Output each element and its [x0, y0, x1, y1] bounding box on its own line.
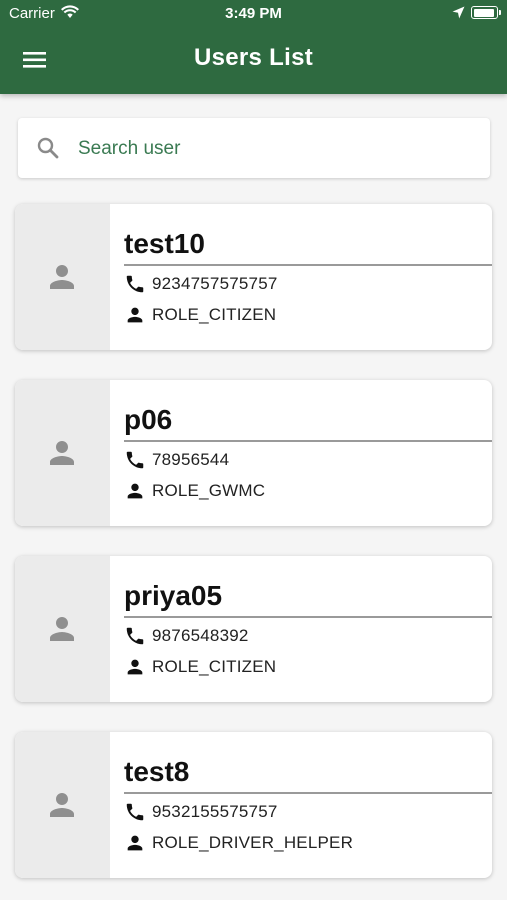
- divider: [124, 616, 492, 618]
- person-icon: [50, 793, 74, 817]
- divider: [124, 440, 492, 442]
- user-role-value: ROLE_GWMC: [152, 481, 266, 500]
- user-phone-value: 78956544: [152, 450, 230, 469]
- user-card[interactable]: test10 9234757575757 ROLE_CITIZEN: [15, 204, 492, 350]
- phone-icon: [126, 451, 144, 469]
- user-name: priya05: [124, 580, 223, 611]
- user-phone-value: 9532155575757: [152, 802, 278, 821]
- user-card[interactable]: p06 78956544 ROLE_GWMC: [15, 380, 492, 526]
- user-name: p06: [124, 404, 173, 435]
- location-arrow-icon: [452, 6, 465, 19]
- clock: 3:49 PM: [225, 5, 282, 22]
- person-icon: [127, 659, 143, 675]
- phone-icon: [126, 627, 144, 645]
- search-bar[interactable]: [18, 118, 490, 178]
- search-input[interactable]: [76, 128, 480, 170]
- search-icon: [37, 137, 59, 159]
- user-role-value: ROLE_DRIVER_HELPER: [152, 833, 354, 852]
- user-role-value: ROLE_CITIZEN: [152, 305, 277, 324]
- divider: [124, 264, 492, 266]
- user-role-value: ROLE_CITIZEN: [152, 657, 277, 676]
- divider: [124, 792, 492, 794]
- user-card[interactable]: test8 9532155575757 ROLE_DRIVER_HELPER: [15, 732, 492, 878]
- person-icon: [50, 265, 74, 289]
- user-name: test10: [124, 228, 205, 259]
- user-name: test8: [124, 756, 190, 787]
- user-phone-value: 9234757575757: [152, 274, 278, 293]
- user-phone-value: 9876548392: [152, 626, 249, 645]
- person-icon: [127, 307, 143, 323]
- user-card[interactable]: priya05 9876548392 ROLE_CITIZEN: [15, 556, 492, 702]
- avatar: [15, 556, 110, 702]
- avatar: [15, 732, 110, 878]
- page-title: Users List: [193, 44, 314, 71]
- phone-icon: [126, 803, 144, 821]
- person-icon: [50, 441, 74, 465]
- person-icon: [127, 483, 143, 499]
- status-bar: Carrier 3:49 PM: [0, 0, 507, 28]
- avatar: [15, 380, 110, 526]
- person-icon: [50, 617, 74, 641]
- battery-icon: [471, 6, 501, 19]
- person-icon: [127, 835, 143, 851]
- avatar: [15, 204, 110, 350]
- app-bar: Carrier 3:49 PM Users List: [0, 0, 507, 94]
- phone-icon: [126, 275, 144, 293]
